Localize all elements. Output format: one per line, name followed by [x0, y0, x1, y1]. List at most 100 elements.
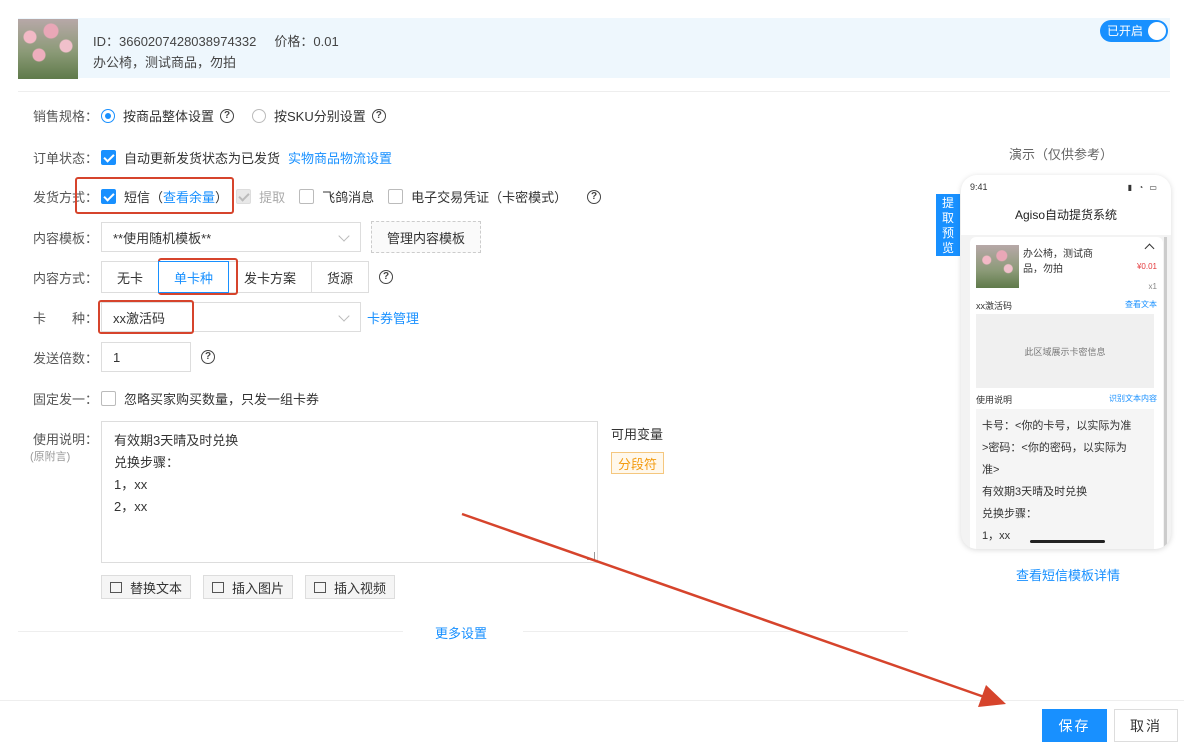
- phone-card: 办公椅，测试商品，勿拍 ¥0.01 x1 xx激活码 查看文本 此区域展示卡密信…: [970, 237, 1163, 549]
- preview-card-section: xx激活码: [976, 301, 1013, 311]
- label-usage-sub: (原附言): [30, 451, 71, 463]
- insert-video-label: 插入视频: [334, 580, 387, 596]
- paren-close: ）: [215, 190, 229, 205]
- label-template: 内容模板：: [33, 230, 99, 246]
- help-icon[interactable]: ?: [587, 189, 602, 204]
- auto-ship-checkbox[interactable]: [101, 150, 116, 165]
- variable-tag-separator[interactable]: 分段符: [611, 452, 665, 474]
- pickup-checkbox: [236, 189, 252, 204]
- product-id: ID：3660207428038974332: [93, 34, 257, 49]
- multiplier-input[interactable]: 1: [101, 342, 191, 372]
- help-icon[interactable]: ?: [220, 108, 235, 123]
- preview-usage-line: 卡号：<你的卡号，以实际为准: [982, 420, 1132, 432]
- preview-usage-text: 卡号：<你的卡号，以实际为准 >密码：<你的密码，以实际为 准> 有效期3天晴及…: [976, 409, 1154, 549]
- feige-label[interactable]: 飞鸽消息: [322, 187, 374, 206]
- chevron-down-icon: [338, 310, 350, 322]
- preview-recognize-link[interactable]: 识别文本内容: [1109, 393, 1157, 404]
- row-multiplier: 发送倍数： 1 ?: [33, 342, 215, 372]
- preview-view-text-link[interactable]: 查看文本: [1125, 299, 1157, 310]
- replace-text-label: 替换文本: [130, 580, 183, 596]
- help-icon[interactable]: ?: [201, 350, 215, 364]
- replace-text-button[interactable]: 替换文本: [101, 575, 192, 599]
- check-balance-link[interactable]: 查看余量: [163, 187, 215, 206]
- mode-no-card[interactable]: 无卡: [101, 261, 160, 293]
- mode-single-card[interactable]: 单卡种: [158, 261, 230, 293]
- voucher-checkbox[interactable]: [388, 189, 404, 204]
- variables-title: 可用变量: [611, 427, 664, 442]
- pickup-label: 提取: [259, 190, 286, 205]
- sms-template-detail-link[interactable]: 查看短信模板详情: [1016, 565, 1120, 584]
- preview-usage-line: 有效期3天晴及时兑换: [982, 486, 1088, 498]
- phone-preview: 9:41 ▮ ◔ ▭ Agiso自动提货系统 办公椅，测试商品，勿拍 ¥0.01…: [961, 175, 1171, 549]
- home-indicator: [1030, 540, 1105, 543]
- card-manage-link[interactable]: 卡券管理: [367, 308, 419, 327]
- radio-by-sku[interactable]: [252, 108, 267, 123]
- mode-card-plan[interactable]: 发卡方案: [228, 261, 313, 293]
- radio-by-sku-label[interactable]: 按SKU分别设置: [274, 106, 366, 125]
- preview-scrollbar[interactable]: [1164, 237, 1167, 549]
- preview-usage-section: 使用说明: [976, 395, 1013, 405]
- toggle-knob: [1148, 22, 1166, 40]
- content-mode-segmented: 无卡 单卡种 发卡方案 货源: [101, 261, 370, 293]
- image-icon: [212, 581, 224, 593]
- card-type-value: xx激活码: [113, 310, 166, 326]
- insert-image-button[interactable]: 插入图片: [203, 575, 294, 599]
- insert-video-button[interactable]: 插入视频: [305, 575, 396, 599]
- manage-template-button[interactable]: 管理内容模板: [371, 221, 482, 253]
- save-button[interactable]: 保存: [1042, 709, 1107, 742]
- row-content-mode: 内容方式： 无卡 单卡种 发卡方案 货源 ?: [33, 261, 394, 293]
- preview-card-area: 此区域展示卡密信息: [976, 314, 1154, 388]
- product-name: 办公椅，测试商品，勿拍: [93, 55, 237, 70]
- label-order-status: 订单状态：: [33, 151, 99, 166]
- usage-line: 有效期3天晴及时兑换: [114, 433, 239, 448]
- usage-line: 2，xx: [114, 499, 148, 514]
- more-settings-link[interactable]: 更多设置: [435, 623, 487, 642]
- template-select[interactable]: **使用随机模板**: [101, 222, 361, 252]
- usage-line: 1，xx: [114, 477, 148, 492]
- radio-whole-product[interactable]: [101, 108, 115, 123]
- paren-open: （: [150, 190, 164, 205]
- product-thumbnail: [18, 19, 78, 79]
- preview-product-name: 办公椅，测试商品，勿拍: [1023, 249, 1093, 275]
- template-select-value: **使用随机模板**: [113, 230, 212, 246]
- auto-ship-label[interactable]: 自动更新发货状态为已发货: [124, 148, 280, 167]
- chevron-up-icon[interactable]: [1144, 243, 1155, 254]
- mode-source[interactable]: 货源: [311, 261, 370, 293]
- fixed-one-checkbox[interactable]: [101, 391, 116, 406]
- pickup-preview-tab[interactable]: 提取预览: [936, 194, 960, 256]
- resize-grip-icon[interactable]: [587, 552, 595, 560]
- card-type-select[interactable]: xx激活码: [101, 302, 361, 332]
- signal-wifi-battery-icon: ▮ ◔ ▭: [1127, 183, 1159, 192]
- preview-usage-line: 1，xx: [982, 530, 1011, 542]
- sms-checkbox[interactable]: [101, 189, 116, 204]
- row-template: 内容模板： **使用随机模板** 管理内容模板: [33, 221, 482, 253]
- preview-title: 演示（仅供参考）: [1009, 147, 1114, 162]
- label-sale-spec: 销售规格：: [33, 109, 99, 124]
- voucher-label[interactable]: 电子交易凭证（卡密模式）: [411, 187, 567, 206]
- help-icon[interactable]: ?: [379, 270, 394, 284]
- usage-textarea[interactable]: 有效期3天晴及时兑换 兑换步骤： 1，xx 2，xx: [101, 421, 598, 563]
- label-delivery: 发货方式：: [33, 190, 99, 205]
- phone-header: 9:41 ▮ ◔ ▭ Agiso自动提货系统: [961, 175, 1171, 235]
- logistics-settings-link[interactable]: 实物商品物流设置: [288, 148, 392, 167]
- label-content-mode: 内容方式：: [33, 270, 99, 286]
- preview-product-thumbnail: [976, 245, 1019, 288]
- label-fixed-one: 固定发一：: [33, 392, 99, 407]
- help-icon[interactable]: ?: [371, 108, 386, 123]
- product-header: ID：3660207428038974332 价格：0.01 办公椅，测试商品，勿…: [18, 18, 1170, 79]
- label-card-type: 卡 种：: [33, 310, 99, 326]
- toggle-label: 已开启: [1107, 24, 1144, 38]
- product-price: 价格：0.01: [274, 34, 339, 49]
- insert-image-label: 插入图片: [232, 580, 285, 596]
- enabled-toggle[interactable]: 已开启: [1100, 20, 1168, 42]
- radio-whole-product-label[interactable]: 按商品整体设置: [123, 106, 214, 125]
- cancel-button[interactable]: 取消: [1114, 709, 1178, 742]
- footer-divider: [0, 700, 1184, 701]
- replace-icon: [110, 581, 122, 593]
- row-delivery: 发货方式： 短信 （查看余量） 提取 飞鸽消息 电子交易凭证（卡密模式） ?: [33, 187, 602, 206]
- fixed-one-text[interactable]: 忽略买家购买数量，只发一组卡券: [124, 389, 319, 408]
- preview-qty: x1: [1148, 282, 1157, 291]
- feige-checkbox[interactable]: [299, 189, 315, 204]
- sms-label[interactable]: 短信: [124, 187, 150, 206]
- video-icon: [314, 581, 326, 593]
